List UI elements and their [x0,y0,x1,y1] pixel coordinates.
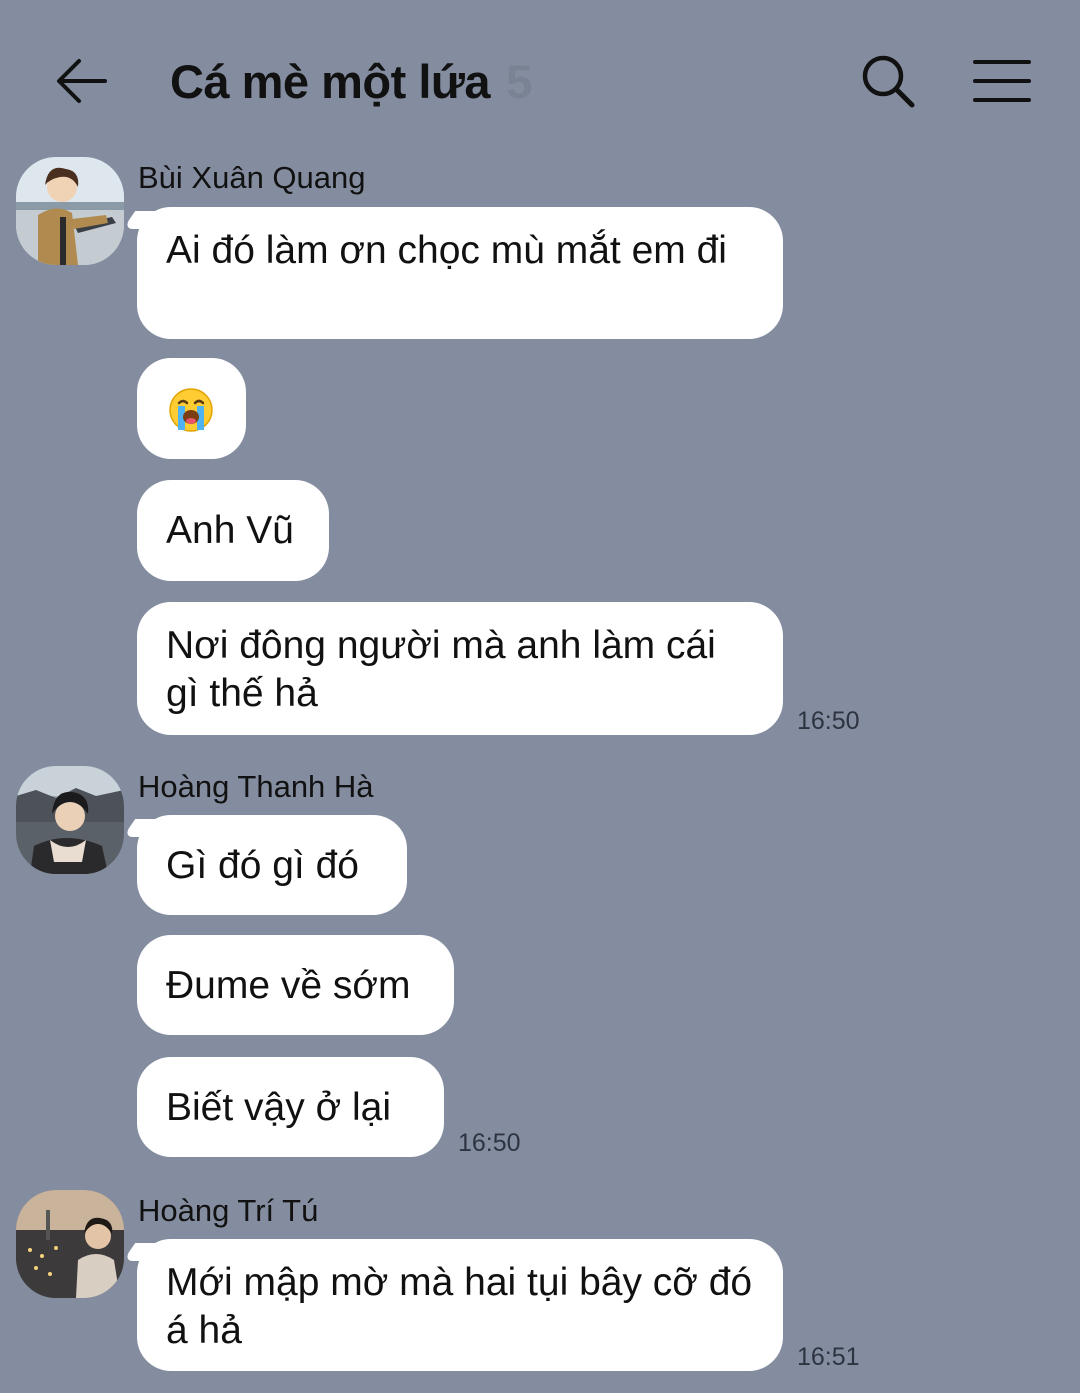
search-button[interactable] [855,48,921,114]
avatar[interactable] [16,766,124,874]
back-button[interactable] [50,50,112,112]
message-bubble[interactable]: Ai đó làm ơn chọc mù mắt em đi [137,207,783,339]
hamburger-menu-icon [973,60,1031,102]
avatar[interactable] [16,1190,124,1298]
message-bubble[interactable]: 😭 [137,358,246,459]
search-icon [862,55,915,108]
sender-name: Bùi Xuân Quang [138,160,366,195]
message-timestamp: 16:50 [797,707,860,735]
menu-button[interactable] [968,50,1036,112]
loudly-crying-face-emoji [169,387,213,432]
chat-title: Cá mè một lứa [170,54,491,108]
message-bubble[interactable]: Đume về sớm [137,935,454,1035]
message-text: Mới mập mờ mà hai tụi bây cỡ đó á hả [166,1261,753,1352]
message-bubble[interactable]: Nơi đông người mà anh làm cái gì thế hả [137,602,783,735]
message-text: Đume về sớm [166,964,411,1007]
message-text: Gì đó gì đó [166,844,359,887]
message-bubble[interactable]: Gì đó gì đó [137,815,407,915]
message-bubble[interactable]: Mới mập mờ mà hai tụi bây cỡ đó á hả [137,1239,783,1371]
message-bubble[interactable]: Biết vậy ở lại [137,1057,444,1157]
member-count: 5 [506,54,533,108]
message-text: Nơi đông người mà anh làm cái gì thế hả [166,624,716,715]
sender-name: Hoàng Trí Tú [138,1193,319,1228]
avatar[interactable] [16,157,124,265]
avatar-photo [16,766,124,874]
message-timestamp: 16:51 [797,1343,860,1371]
chat-header: Cá mè một lứa 5 [0,0,1080,150]
avatar-photo [16,1190,124,1298]
avatar-photo [16,157,124,265]
message-timestamp: 16:50 [458,1129,521,1157]
chat-title-area[interactable]: Cá mè một lứa 5 [170,50,532,112]
message-text: Anh Vũ [166,509,294,552]
message-text: Biết vậy ở lại [166,1086,391,1129]
message-bubble[interactable]: Anh Vũ [137,480,329,581]
sender-name: Hoàng Thanh Hà [138,769,374,804]
arrow-left-icon [57,59,107,103]
message-text: Ai đó làm ơn chọc mù mắt em đi [166,229,727,272]
